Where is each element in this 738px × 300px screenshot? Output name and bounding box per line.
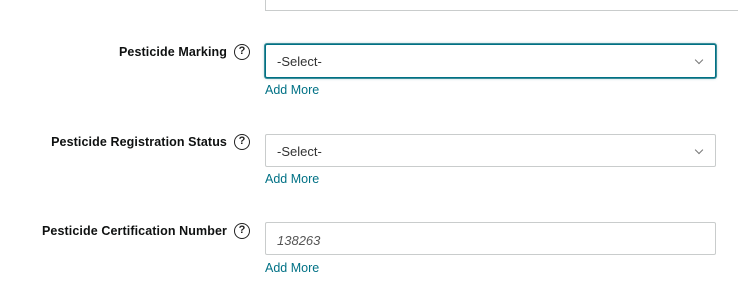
pesticide-marking-select[interactable]: -Select- [265,44,716,78]
previous-field-input[interactable] [265,0,738,11]
pesticide-certification-number-placeholder: 138263 [277,233,321,248]
pesticide-marking-label: Pesticide Marking [119,45,227,59]
pesticide-marking-selected-value: -Select- [277,54,322,69]
pesticide-registration-status-label: Pesticide Registration Status [51,135,227,149]
help-icon[interactable]: ? [234,44,250,60]
pesticide-certification-number-add-more-link[interactable]: Add More [265,261,319,275]
pesticide-registration-status-select[interactable]: -Select- [265,134,716,167]
help-icon[interactable]: ? [234,134,250,150]
help-icon[interactable]: ? [234,223,250,239]
pesticide-certification-number-label: Pesticide Certification Number [42,224,227,238]
chevron-down-icon [694,55,704,65]
chevron-down-icon [694,145,704,155]
pesticide-certification-number-input[interactable]: 138263 [265,222,716,255]
pesticide-registration-status-add-more-link[interactable]: Add More [265,172,319,186]
pesticide-registration-status-selected-value: -Select- [277,144,322,159]
pesticide-marking-add-more-link[interactable]: Add More [265,83,319,97]
